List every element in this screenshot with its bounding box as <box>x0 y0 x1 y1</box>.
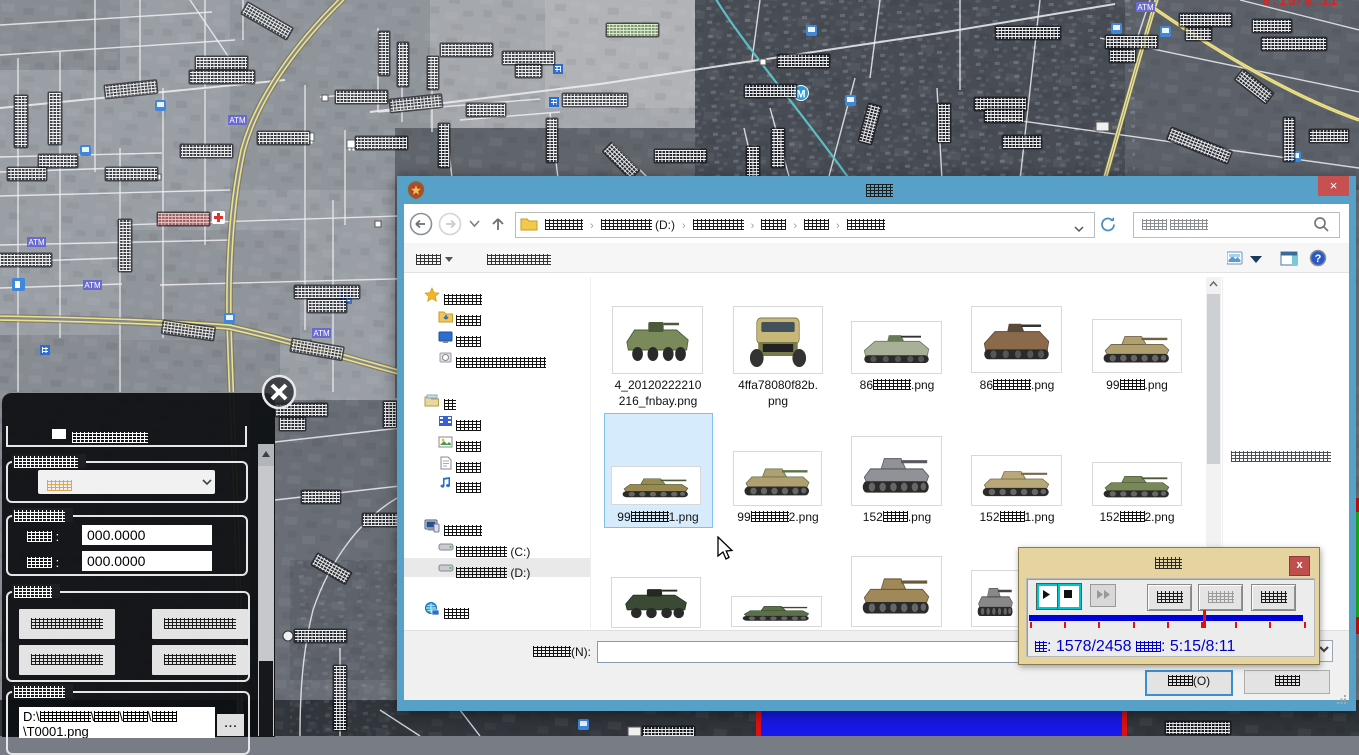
svg-text:?: ? <box>1315 253 1322 265</box>
svg-text:ATM: ATM <box>313 329 330 338</box>
svg-text:ATM: ATM <box>1137 3 1154 12</box>
svg-text:ATM: ATM <box>84 281 101 290</box>
svg-text:ATM: ATM <box>28 238 45 247</box>
svg-text:M: M <box>796 89 805 101</box>
svg-text:ATM: ATM <box>229 116 246 125</box>
svg-text:8:15/8:11: 8:15/8:11 <box>1262 0 1338 10</box>
